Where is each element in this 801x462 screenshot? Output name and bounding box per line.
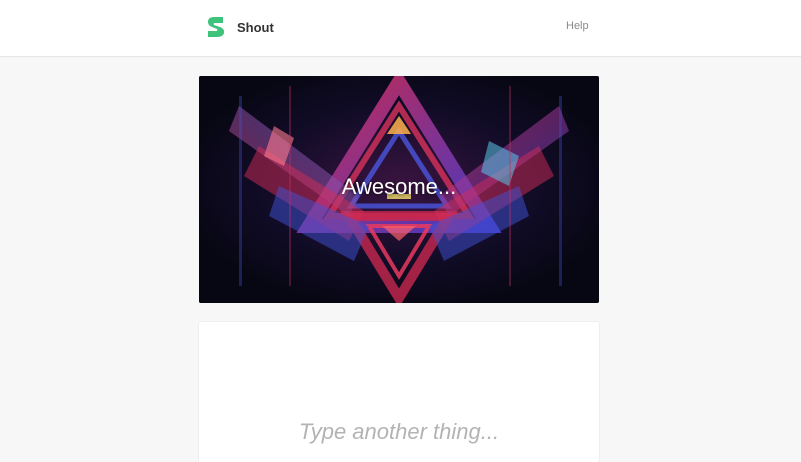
compose-input[interactable]	[199, 414, 599, 450]
brand[interactable]: Shout	[203, 14, 274, 40]
brand-name: Shout	[237, 19, 274, 35]
hero-caption: Awesome...	[341, 174, 457, 199]
s-logo-icon	[208, 17, 225, 37]
help-link[interactable]: Help	[566, 20, 589, 32]
composer-card	[199, 322, 599, 462]
hero-image: Awesome...	[199, 76, 599, 303]
top-navbar: Shout Help	[0, 0, 801, 57]
